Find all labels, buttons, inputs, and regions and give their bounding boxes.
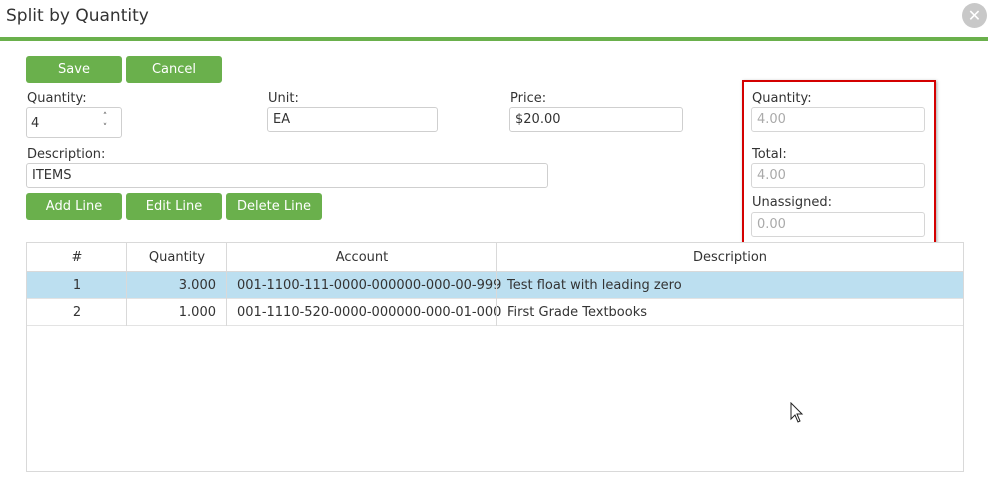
chevron-down-icon[interactable]: ˅ — [99, 124, 111, 133]
summary-quantity-label: Quantity: — [752, 91, 812, 106]
row-quantity: 3.000 — [178, 277, 216, 293]
unit-field[interactable]: EA — [267, 107, 438, 132]
column-header-description[interactable]: Description — [497, 243, 963, 272]
summary-total-field: 4.00 — [751, 163, 925, 188]
column-divider — [126, 243, 127, 326]
delete-line-button[interactable]: Delete Line — [226, 193, 322, 220]
table-row[interactable]: 2 1.000 001-1110-520-0000-000000-000-01-… — [27, 299, 963, 326]
row-quantity: 1.000 — [178, 304, 216, 320]
row-number: 1 — [72, 277, 82, 293]
row-description: First Grade Textbooks — [507, 304, 648, 320]
price-field[interactable]: $20.00 — [509, 107, 683, 132]
mouse-pointer-icon — [790, 401, 804, 428]
summary-unassigned-label: Unassigned: — [752, 195, 832, 210]
split-lines-grid: # Quantity Account Description 1 3.000 0… — [26, 242, 964, 472]
quantity-label: Quantity: — [27, 91, 87, 106]
summary-unassigned-field: 0.00 — [751, 212, 925, 237]
description-field[interactable]: ITEMS — [26, 163, 548, 188]
summary-quantity-field: 4.00 — [751, 107, 925, 132]
row-account: 001-1110-520-0000-000000-000-01-000 — [237, 304, 502, 320]
description-label: Description: — [27, 147, 106, 162]
chevron-up-icon[interactable]: ˄ — [99, 113, 111, 122]
header-divider — [0, 37, 988, 41]
column-header-number[interactable]: # — [27, 243, 127, 272]
row-account: 001-1100-111-0000-000000-000-00-999 — [237, 277, 502, 293]
table-row[interactable]: 1 3.000 001-1100-111-0000-000000-000-00-… — [27, 272, 963, 299]
edit-line-button[interactable]: Edit Line — [126, 193, 222, 220]
row-description: Test float with leading zero — [507, 277, 682, 293]
close-icon: ✕ — [967, 6, 982, 25]
unit-label: Unit: — [268, 91, 299, 106]
price-label: Price: — [510, 91, 547, 106]
quantity-stepper[interactable]: 4 ˄ ˅ — [26, 107, 122, 138]
add-line-button[interactable]: Add Line — [26, 193, 122, 220]
row-number: 2 — [72, 304, 82, 320]
quantity-value: 4 — [31, 116, 40, 131]
column-header-quantity[interactable]: Quantity — [127, 243, 227, 272]
column-divider — [226, 243, 227, 326]
dialog-title: Split by Quantity — [6, 6, 149, 26]
save-button[interactable]: Save — [26, 56, 122, 83]
column-divider — [496, 243, 497, 326]
cancel-button[interactable]: Cancel — [126, 56, 222, 83]
summary-total-label: Total: — [752, 147, 787, 162]
close-button[interactable]: ✕ — [962, 3, 987, 28]
column-header-account[interactable]: Account — [227, 243, 497, 272]
